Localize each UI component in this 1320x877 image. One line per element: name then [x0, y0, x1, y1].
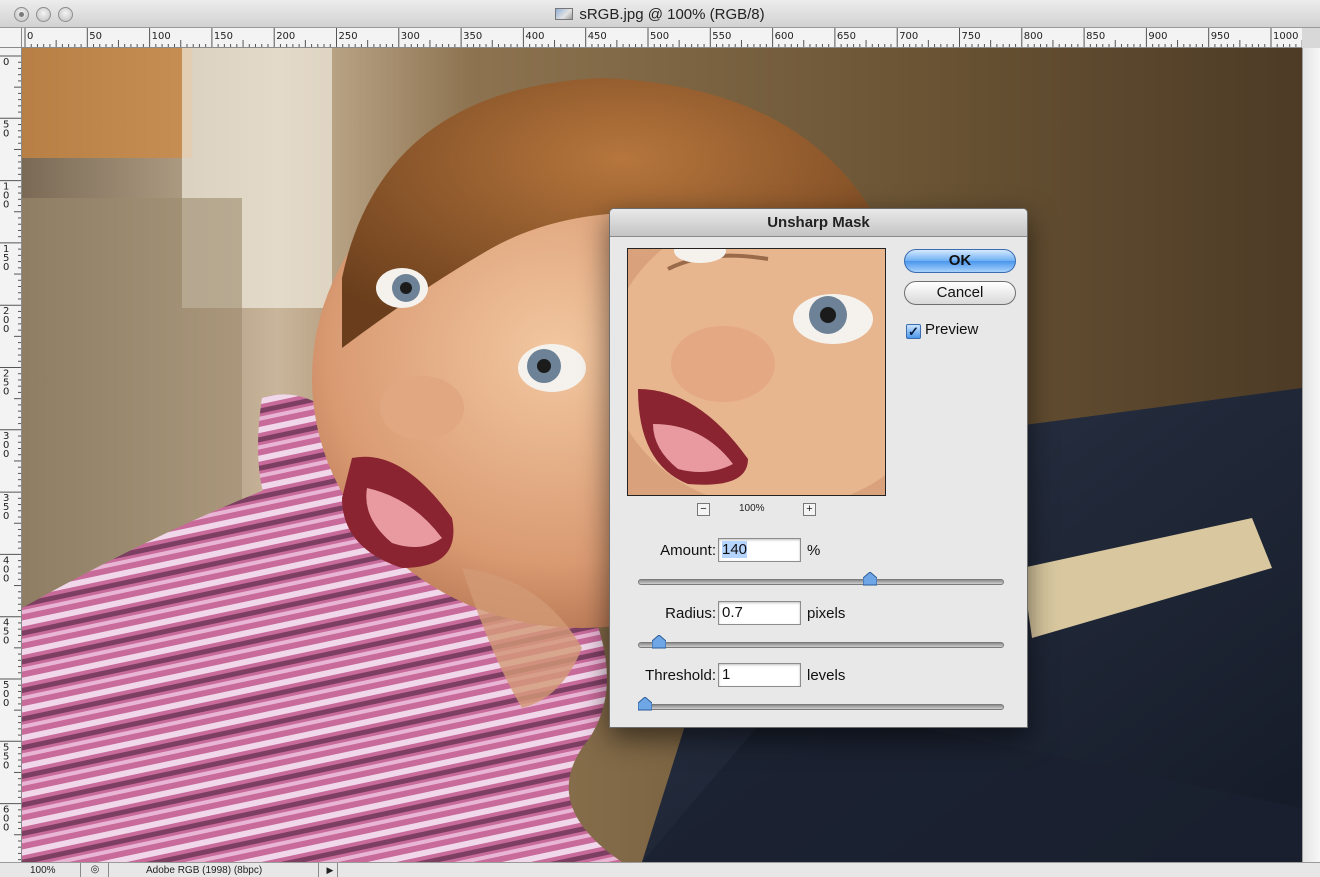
ruler-label: 450: [588, 31, 607, 42]
filter-preview[interactable]: [627, 248, 886, 496]
ruler-label: 0: [3, 698, 9, 709]
threshold-slider[interactable]: [638, 704, 1004, 710]
vertical-scrollbar[interactable]: [1302, 48, 1320, 862]
ruler-label: 200: [276, 31, 295, 42]
radius-value: 0.7: [722, 604, 743, 621]
radius-slider-thumb[interactable]: [652, 635, 667, 649]
unsharp-mask-dialog: Unsharp Mask − 100% + OK Cancel ✓ Preview…: [609, 208, 1028, 728]
ruler-label: 250: [339, 31, 358, 42]
zoom-level[interactable]: 100%: [30, 865, 56, 876]
vertical-ruler-ticks: 050100150200250300350400450500550600650: [0, 55, 21, 861]
ruler-label: 100: [152, 31, 171, 42]
ruler-label: 950: [1211, 31, 1230, 42]
ruler-label: 850: [1086, 31, 1105, 42]
amount-field[interactable]: 140: [718, 538, 801, 562]
ruler-label: 550: [712, 31, 731, 42]
horizontal-ruler[interactable]: 0 50 100 150 200 250 300 350 400 450 500 550 600 650 7…: [22, 28, 1302, 48]
ruler-label: 0: [3, 636, 9, 647]
ruler-label: 1000: [1273, 31, 1298, 42]
ruler-label: 0: [3, 511, 9, 522]
threshold-unit: levels: [807, 667, 846, 684]
status-divider: [80, 863, 81, 877]
threshold-field[interactable]: 1: [718, 663, 801, 687]
preview-label: Preview: [925, 321, 979, 338]
amount-slider[interactable]: [638, 579, 1004, 585]
ruler-label: 0: [3, 57, 9, 68]
ruler-label: 600: [775, 31, 794, 42]
ruler-label: 0: [3, 387, 9, 398]
ruler-label: 150: [214, 31, 233, 42]
radius-unit: pixels: [807, 605, 846, 622]
status-divider: [318, 863, 319, 877]
status-menu-icon[interactable]: ◎: [87, 864, 103, 876]
status-divider: [108, 863, 109, 877]
ruler-label: 0: [3, 262, 9, 273]
ruler-label: 50: [89, 31, 102, 42]
preview-checkbox[interactable]: ✓: [906, 324, 921, 339]
ruler-label: 500: [650, 31, 669, 42]
threshold-value: 1: [722, 666, 731, 683]
ruler-label: 400: [525, 31, 544, 42]
ruler-label: 900: [1148, 31, 1167, 42]
window-title-wrap: sRGB.jpg @ 100% (RGB/8): [0, 6, 1320, 23]
ruler-label: 0: [3, 324, 9, 335]
radius-slider[interactable]: [638, 642, 1004, 648]
status-divider: [337, 863, 338, 877]
ruler-label: 750: [962, 31, 981, 42]
preview-image: [628, 249, 885, 495]
ruler-label: 0: [27, 31, 33, 42]
ruler-label: 800: [1024, 31, 1043, 42]
horizontal-ruler-ticks: 0 50 100 150 200 250 300 350 400 450 500 550 600 650 7…: [24, 28, 1302, 47]
ruler-label: 350: [463, 31, 482, 42]
threshold-label: Threshold:: [645, 667, 716, 684]
ruler-label: 0: [3, 128, 9, 139]
ruler-label: 0: [3, 760, 9, 771]
preview-zoom-controls: − 100% +: [627, 502, 886, 518]
preview-checkbox-row[interactable]: ✓ Preview: [906, 321, 978, 339]
cancel-button[interactable]: Cancel: [904, 281, 1016, 305]
amount-slider-thumb[interactable]: [863, 572, 878, 586]
document-icon: [555, 8, 574, 20]
amount-unit: %: [807, 542, 821, 559]
radius-field[interactable]: 0.7: [718, 601, 801, 625]
amount-label: Amount:: [660, 542, 716, 559]
amount-value: 140: [722, 541, 748, 558]
window-title-bar: sRGB.jpg @ 100% (RGB/8): [0, 0, 1320, 28]
radius-label: Radius:: [665, 605, 716, 622]
ruler-corner[interactable]: [0, 28, 22, 48]
zoom-in-button[interactable]: +: [803, 503, 816, 516]
ok-button[interactable]: OK: [904, 249, 1016, 273]
ruler-label: 300: [401, 31, 420, 42]
ruler-label: 0: [3, 449, 9, 460]
preview-zoom-level: 100%: [739, 503, 765, 514]
ruler-label: 0: [3, 200, 9, 211]
ruler-label: 650: [837, 31, 856, 42]
status-arrow-icon[interactable]: ▶: [323, 863, 337, 877]
dialog-title[interactable]: Unsharp Mask: [610, 209, 1027, 237]
window-title: sRGB.jpg @ 100% (RGB/8): [579, 6, 765, 23]
status-bar: 100% ◎ Adobe RGB (1998) (8bpc) ▶: [0, 862, 1320, 877]
threshold-slider-thumb[interactable]: [638, 697, 652, 711]
ruler-label: 0: [3, 573, 9, 584]
color-profile: Adobe RGB (1998) (8bpc): [146, 865, 263, 876]
ruler-label: 0: [3, 823, 9, 834]
ruler-label: 700: [899, 31, 918, 42]
zoom-out-button[interactable]: −: [697, 503, 710, 516]
vertical-ruler[interactable]: 050100150200250300350400450500550600650: [0, 48, 22, 862]
